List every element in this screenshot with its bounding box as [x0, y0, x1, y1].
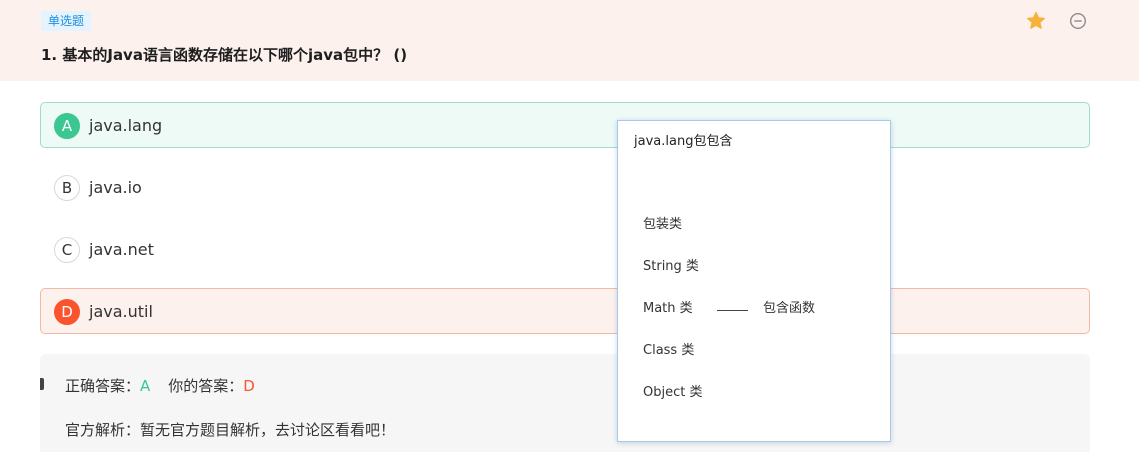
question-title: 1. 基本的Java语言函数存储在以下哪个java包中？ ()	[41, 46, 408, 64]
answer-line: 正确答案：A 你的答案：D	[65, 375, 255, 397]
note-popup: java.lang包包含 包装类 String 类 Math 类 包含函数 Cl…	[617, 120, 891, 442]
option-text: java.lang	[89, 116, 163, 135]
question-type-tag: 单选题	[41, 11, 92, 31]
popup-item: Math 类	[643, 301, 693, 316]
star-icon[interactable]	[1026, 11, 1046, 31]
popup-title: java.lang包包含	[634, 134, 733, 149]
option-text: java.io	[89, 178, 142, 197]
option-c[interactable]: C java.net	[40, 226, 1090, 272]
option-b[interactable]: B java.io	[40, 164, 1090, 210]
popup-note: 包含函数	[763, 301, 816, 316]
option-letter: C	[54, 237, 80, 263]
answer-marker	[40, 378, 44, 390]
question-header: 单选题 1. 基本的Java语言函数存储在以下哪个java包中？ ()	[0, 0, 1139, 81]
option-letter: B	[54, 175, 80, 201]
popup-item: Object 类	[643, 385, 703, 400]
option-letter: A	[54, 113, 80, 139]
popup-item: String 类	[643, 259, 699, 274]
official-analysis: 官方解析：暂无官方题目解析，去讨论区看看吧！	[65, 421, 396, 439]
your-answer-value: D	[243, 377, 255, 395]
correct-answer-label: 正确答案：	[65, 377, 141, 395]
answer-panel: 正确答案：A 你的答案：D 官方解析：暂无官方题目解析，去讨论区看看吧！	[40, 354, 1090, 452]
your-answer-label: 你的答案：	[168, 377, 244, 395]
connector-line	[717, 310, 748, 311]
option-text: java.util	[89, 302, 153, 321]
correct-answer-value: A	[140, 377, 151, 395]
popup-item: 包装类	[643, 217, 683, 232]
option-text: java.net	[89, 240, 154, 259]
option-d[interactable]: D java.util	[40, 288, 1090, 334]
minus-circle-icon[interactable]	[1069, 12, 1087, 30]
option-a[interactable]: A java.lang	[40, 102, 1090, 148]
popup-item: Class 类	[643, 343, 695, 358]
option-letter: D	[54, 299, 80, 325]
